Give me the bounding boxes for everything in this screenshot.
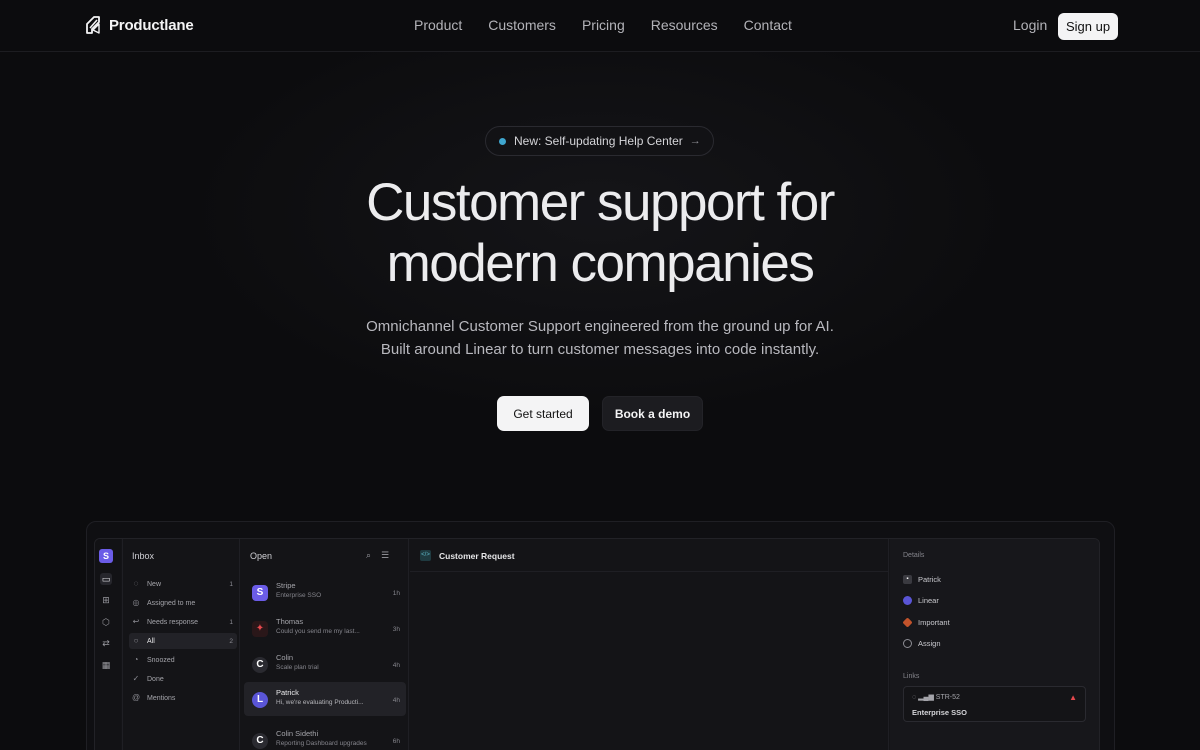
at-icon: @ <box>131 693 141 702</box>
conversation-item[interactable]: C Colin Sidethi Reporting Dashboard upgr… <box>244 723 406 750</box>
stripe-avatar: S <box>252 585 268 601</box>
progress-icon: ◌ ▂▄▆ <box>912 694 934 701</box>
book-demo-button[interactable]: Book a demo <box>602 396 703 431</box>
filter-icon[interactable]: ☰ <box>381 550 389 561</box>
workspace-avatar[interactable]: S <box>99 549 113 563</box>
issue-title: Enterprise SSO <box>912 708 968 717</box>
detail-linear[interactable]: Linear <box>903 596 939 605</box>
nav-links: Product Customers Pricing Resources Cont… <box>414 17 792 33</box>
circle-icon: ○ <box>133 636 139 645</box>
status-dot-icon <box>499 137 506 145</box>
hero-title-line2: modern companies <box>386 234 815 293</box>
nav-link-contact[interactable]: Contact <box>744 17 792 33</box>
links-label: Links <box>903 673 920 680</box>
conversation-detail-panel: </> Customer Request <box>410 539 889 750</box>
priority-icon <box>902 617 913 628</box>
get-started-button[interactable]: Get started <box>497 396 589 431</box>
inbox-panel: Inbox ◌ New 1 ◎ Assigned to me ↩ Needs r… <box>122 539 240 750</box>
conversation-item-active[interactable]: L Patrick Hi, we're evaluating Producti.… <box>244 682 406 716</box>
check-circle-icon: ✓ <box>132 674 140 683</box>
conversation-title: Customer Request <box>439 551 515 561</box>
app-icon-rail: S ▭ ⊞ ⬡ ⇄ ▦ <box>95 539 121 750</box>
hero-title: Customer support for modern companies <box>0 172 1200 294</box>
patrick-avatar: L <box>252 692 268 708</box>
cube-icon[interactable]: ⬡ <box>100 616 112 628</box>
moon-icon: ◔ <box>133 655 139 664</box>
nav-link-customers[interactable]: Customers <box>488 17 556 33</box>
building-icon[interactable]: ▦ <box>100 659 112 671</box>
detail-customer[interactable]: ▪ Patrick <box>903 575 941 584</box>
conversation-list-panel: Open ⌕ ☰ S Stripe Enterprise SSO 1h ✦ Th… <box>241 539 409 750</box>
productlane-logo-icon <box>86 16 100 34</box>
announcement-text: New: Self-updating Help Center <box>514 134 683 148</box>
inbox-item-mentions[interactable]: @ Mentions <box>129 690 237 706</box>
user-circle-icon: ◎ <box>132 598 140 607</box>
person-icon: ▪ <box>903 575 912 584</box>
inbox-item-new[interactable]: ◌ New 1 <box>129 576 237 592</box>
colin-sidethi-avatar: C <box>252 733 268 749</box>
detail-assign[interactable]: Assign <box>903 639 941 648</box>
signup-button[interactable]: Sign up <box>1058 13 1118 40</box>
brand-name: Productlane <box>109 16 194 34</box>
search-icon[interactable]: ⌕ <box>366 550 371 561</box>
warning-icon: ▲ <box>1069 693 1077 702</box>
nav-link-resources[interactable]: Resources <box>651 17 718 33</box>
dashed-circle-icon: ◌ <box>133 579 139 588</box>
sync-icon[interactable]: ⇄ <box>100 637 112 649</box>
assign-icon <box>903 639 912 648</box>
list-toolbar: ⌕ ☰ <box>366 550 389 561</box>
inbox-icon[interactable]: ▭ <box>100 573 112 585</box>
conversation-header: </> Customer Request <box>410 539 889 572</box>
hero-subtitle-line2: Built around Linear to turn customer mes… <box>380 341 820 358</box>
hero-subtitle-line1: Omnichannel Customer Support engineered … <box>366 318 834 335</box>
top-navbar: Productlane Product Customers Pricing Re… <box>0 0 1200 52</box>
inbox-item-assigned[interactable]: ◎ Assigned to me <box>129 595 237 611</box>
nav-link-pricing[interactable]: Pricing <box>582 17 625 33</box>
details-label: Details <box>903 552 925 559</box>
detail-priority[interactable]: Important <box>902 617 950 628</box>
hero-title-line1: Customer support for <box>366 173 835 232</box>
app-preview: S ▭ ⊞ ⬡ ⇄ ▦ Inbox ◌ New 1 ◎ Assigned to … <box>94 538 1100 750</box>
conversation-item[interactable]: ✦ Thomas Could you send me my last... 3h <box>244 611 406 645</box>
linear-icon <box>903 596 912 605</box>
announcement-pill[interactable]: New: Self-updating Help Center → <box>485 126 714 156</box>
login-link[interactable]: Login <box>1013 17 1047 33</box>
sparkle-avatar-icon: ✦ <box>252 621 268 637</box>
nav-link-product[interactable]: Product <box>414 17 462 33</box>
linked-issue-card[interactable]: ◌ ▂▄▆ STR-52 Enterprise SSO ▲ <box>903 686 1086 722</box>
inbox-item-done[interactable]: ✓ Done <box>129 671 237 687</box>
hero-subtitle: Omnichannel Customer Support engineered … <box>0 315 1200 361</box>
inbox-title: Inbox <box>132 551 155 561</box>
code-icon: </> <box>420 550 431 561</box>
open-title: Open <box>250 551 273 561</box>
colin-avatar: C <box>252 657 268 673</box>
conversation-item[interactable]: S Stripe Enterprise SSO 1h <box>244 575 406 609</box>
issue-id: ◌ ▂▄▆ STR-52 <box>912 694 960 701</box>
inbox-item-needs-response[interactable]: ↩ Needs response 1 <box>129 614 237 630</box>
inbox-item-all[interactable]: ○ All 2 <box>129 633 237 649</box>
grid-icon[interactable]: ⊞ <box>100 594 112 606</box>
inbox-item-snoozed[interactable]: ◔ Snoozed <box>129 652 237 668</box>
details-panel: Details ▪ Patrick Linear Important Assig… <box>890 539 1099 750</box>
arrow-right-icon: → <box>689 135 701 147</box>
conversation-item[interactable]: C Colin Scale plan trial 4h <box>244 647 406 681</box>
brand-logo[interactable]: Productlane <box>84 15 194 35</box>
reply-icon: ↩ <box>132 617 140 626</box>
